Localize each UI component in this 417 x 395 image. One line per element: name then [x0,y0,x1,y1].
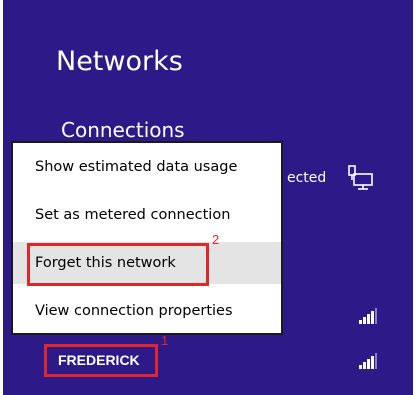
wifi-signal-icon [359,353,377,369]
wired-network-icon [348,165,373,190]
wifi-signal-icon [359,308,377,324]
network-context-menu: Show estimated data usage Set as metered… [11,141,283,335]
panel-title: Networks [56,46,183,77]
annotation-number-1: 1 [161,333,169,348]
connection-status: ected [287,170,327,186]
menu-item-show-data-usage[interactable]: Show estimated data usage [13,146,281,188]
connections-heading: Connections [61,118,185,142]
menu-item-set-metered[interactable]: Set as metered connection [13,194,281,236]
annotation-number-2: 2 [212,232,220,247]
menu-item-view-properties[interactable]: View connection properties [13,290,281,332]
annotation-box-forget-network [27,243,209,286]
annotation-box-frederick [44,344,158,377]
